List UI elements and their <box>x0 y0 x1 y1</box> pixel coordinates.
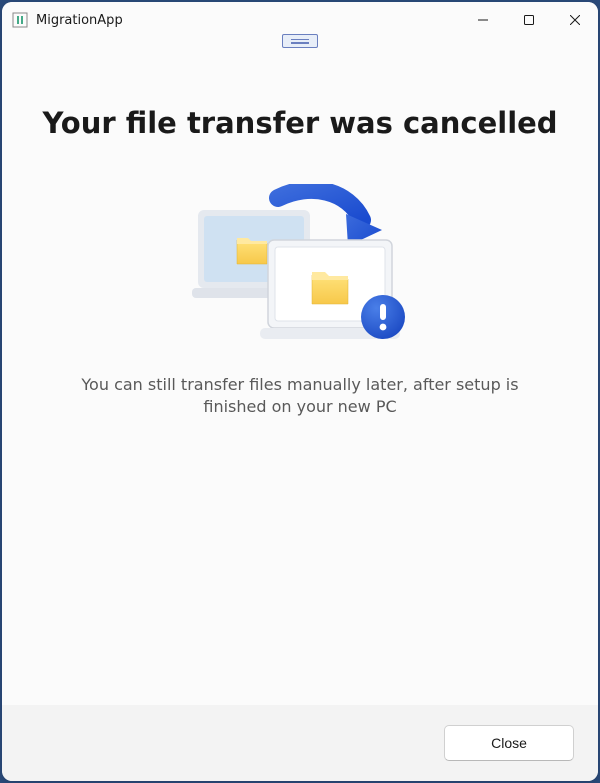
app-icon <box>12 12 28 28</box>
close-button[interactable]: Close <box>444 725 574 761</box>
window-controls <box>460 2 598 38</box>
page-title: Your file transfer was cancelled <box>38 106 562 140</box>
app-title: MigrationApp <box>36 13 460 28</box>
alert-badge-icon <box>361 295 405 339</box>
content-area: Your file transfer was cancelled <box>2 50 598 705</box>
top-handle-row <box>2 38 598 50</box>
maximize-button[interactable] <box>506 2 552 38</box>
drag-handle-icon[interactable] <box>282 34 318 48</box>
close-window-button[interactable] <box>552 2 598 38</box>
minimize-button[interactable] <box>460 2 506 38</box>
footer-bar: Close <box>2 705 598 781</box>
titlebar: MigrationApp <box>2 2 598 38</box>
page-subtext: You can still transfer files manually la… <box>38 374 562 419</box>
app-window: MigrationApp Your file transfer was canc… <box>2 2 598 781</box>
transfer-cancelled-illustration <box>190 184 410 354</box>
